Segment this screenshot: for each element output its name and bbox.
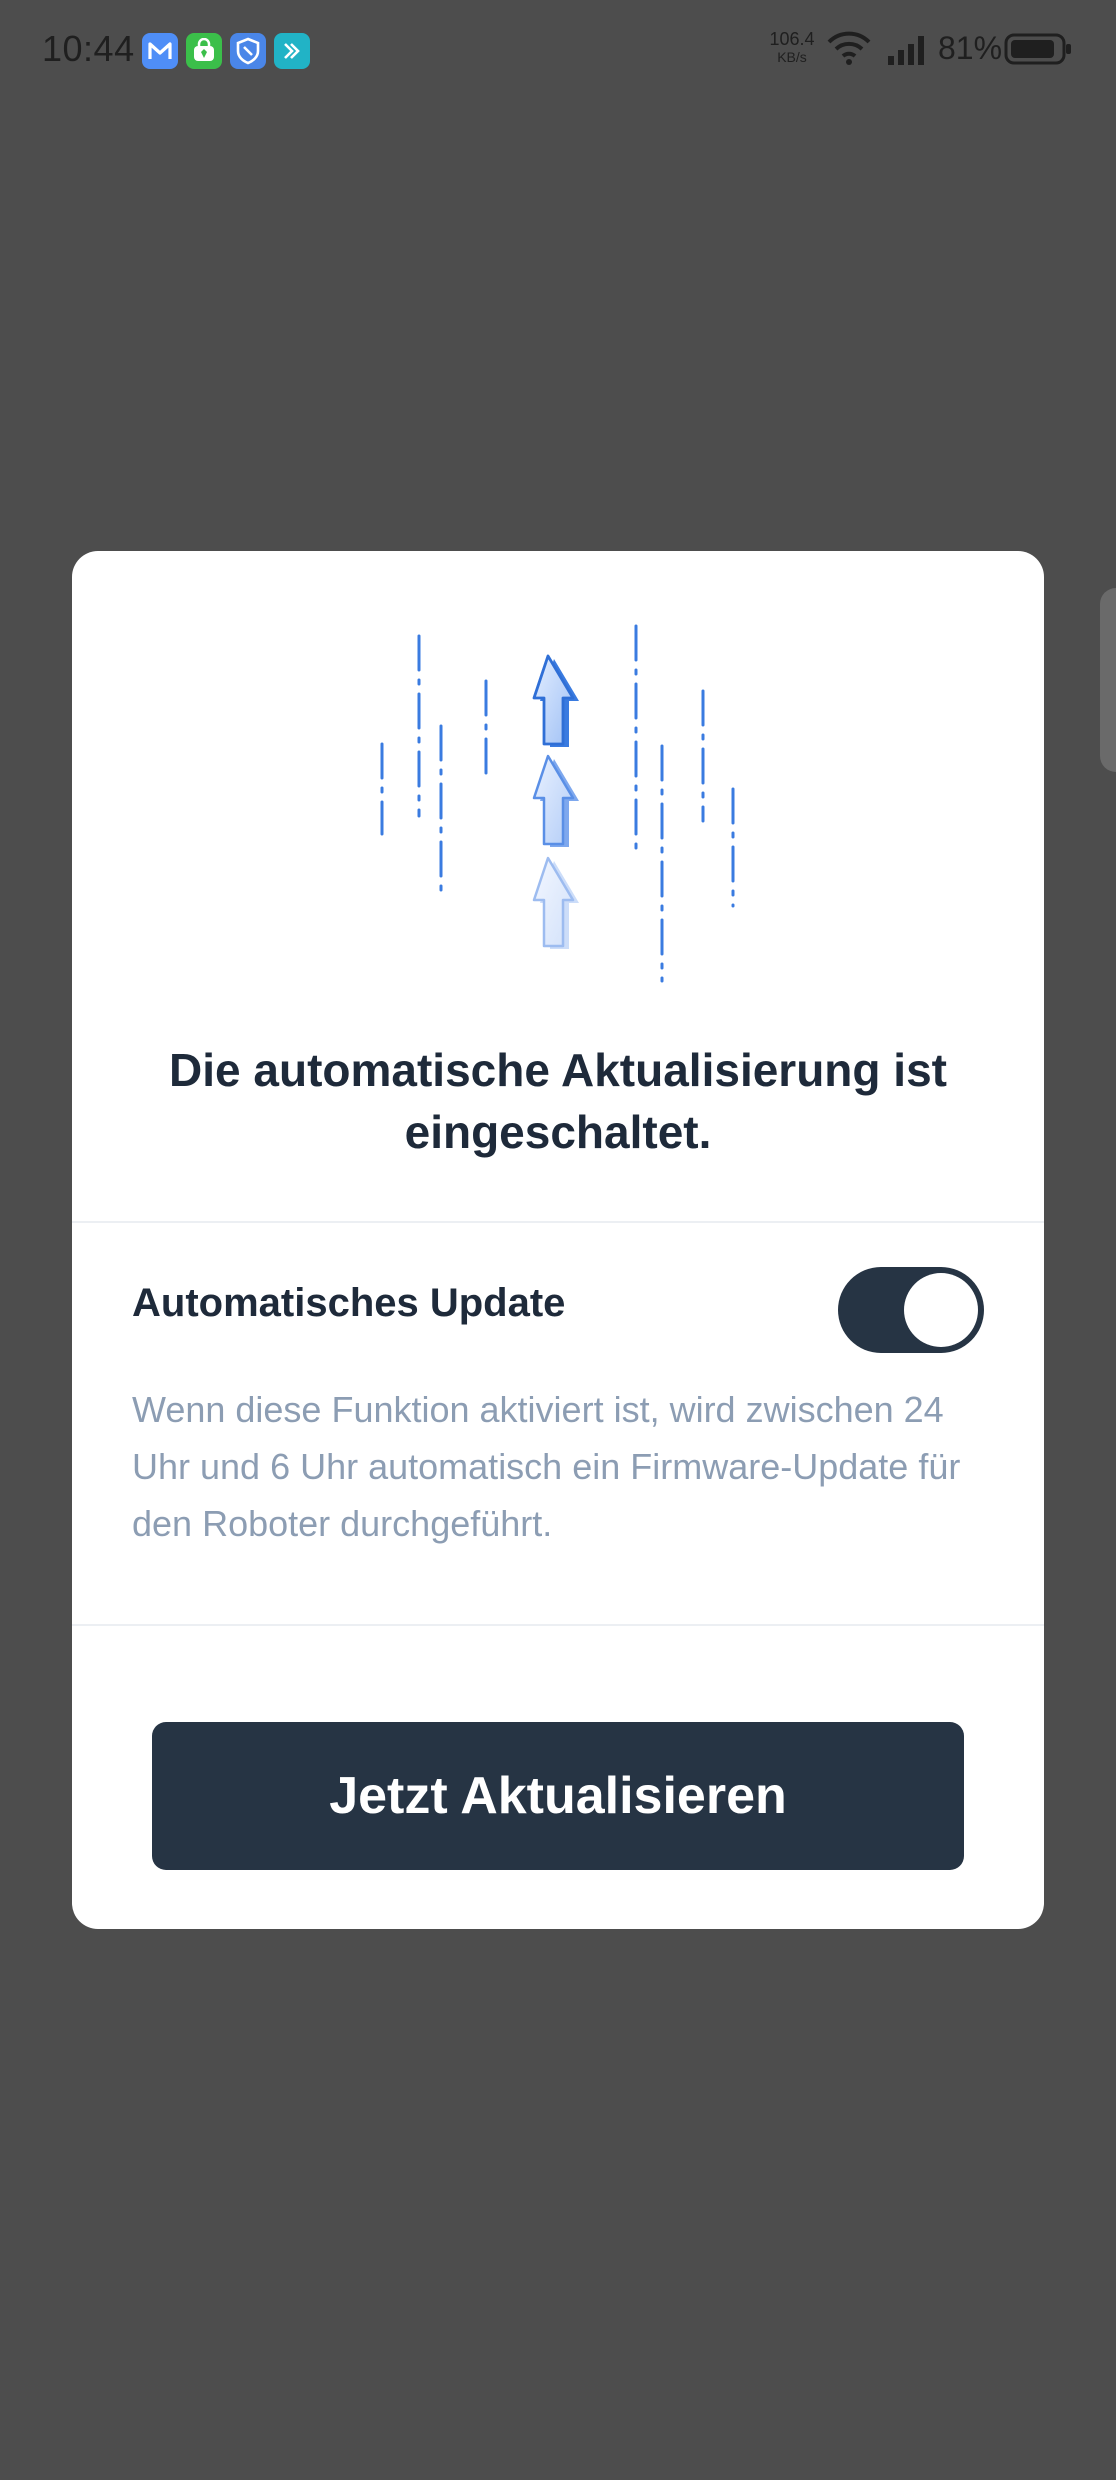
shield-app-icon [230, 33, 266, 69]
mail-app-icon [142, 33, 178, 69]
security-app-icon [186, 33, 222, 69]
status-bar: 10:44 106.4 KB/s 81% [0, 0, 1116, 100]
divider [72, 1221, 1044, 1223]
chat-app-icon [274, 33, 310, 69]
arrow-top [532, 654, 579, 747]
auto-update-description: Wenn diese Funktion aktiviert ist, wird … [132, 1389, 961, 1544]
status-time: 10:44 [42, 28, 135, 69]
battery-percent: 81% [938, 30, 1003, 66]
auto-update-toggle[interactable] [838, 1267, 984, 1353]
wifi-icon [827, 31, 871, 65]
dialog-title: Die automatische Aktualisierung ist eing… [169, 1044, 947, 1158]
battery-icon [1004, 33, 1071, 65]
update-now-button[interactable]: Jetzt Aktualisieren [152, 1722, 964, 1870]
arrow-bottom [532, 856, 579, 949]
auto-update-dialog: Die automatische Aktualisierung ist eing… [72, 551, 1044, 1929]
notification-icons [142, 33, 310, 69]
side-panel-handle[interactable] [1100, 588, 1116, 772]
signal-icon [888, 36, 924, 65]
toggle-knob [904, 1273, 978, 1347]
network-speed-unit: KB/s [777, 49, 807, 65]
network-speed-value: 106.4 [769, 29, 815, 49]
arrow-middle [532, 754, 579, 847]
divider [72, 1624, 1044, 1626]
upload-arrows-icon [380, 624, 735, 983]
network-speed: 106.4 KB/s [762, 30, 822, 64]
auto-update-label: Automatisches Update [132, 1281, 566, 1325]
